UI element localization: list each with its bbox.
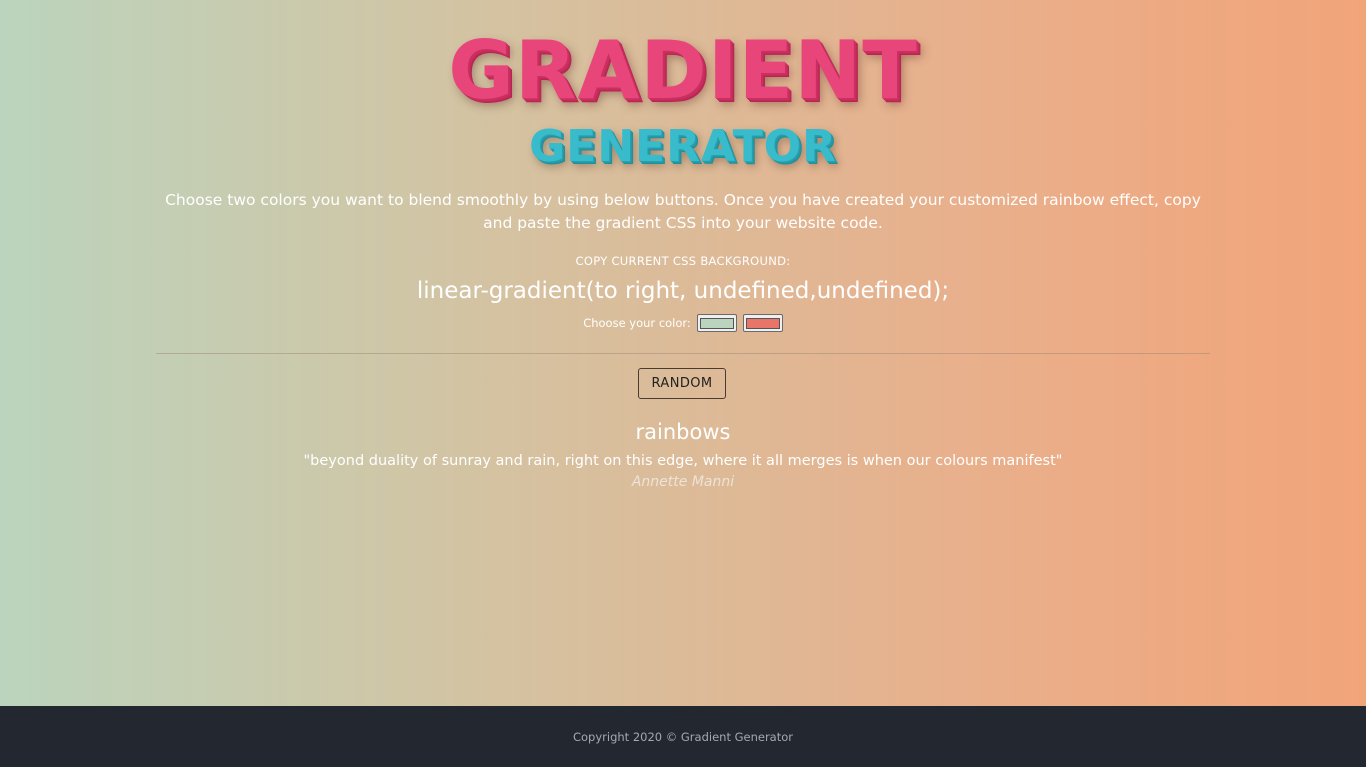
- footer: Copyright 2020 © Gradient Generator: [0, 706, 1366, 767]
- quote-text: "beyond duality of sunray and rain, righ…: [303, 453, 1063, 469]
- footer-copyright: Copyright 2020 © Gradient Generator: [572, 729, 794, 744]
- random-button[interactable]: RANDOM: [638, 368, 726, 399]
- color-swatch-2: [745, 317, 780, 329]
- color-picker-label: Choose your color:: [583, 316, 691, 330]
- quote-title: rainbows: [635, 420, 731, 444]
- gradient-background: GRADIENT GENERATOR Choose two colors you…: [0, 0, 1366, 706]
- divider: [156, 353, 1210, 354]
- page-title: GRADIENT: [448, 24, 918, 117]
- intro-text: Choose two colors you want to blend smoo…: [165, 191, 1201, 232]
- quote-author: Annette Manni: [631, 474, 735, 490]
- color-input-1[interactable]: [696, 314, 737, 332]
- color-picker-row: Choose your color:: [0, 314, 1366, 332]
- color-input-2[interactable]: [742, 314, 783, 332]
- page-subtitle: GENERATOR: [529, 121, 837, 172]
- copy-css-label: COPY CURRENT CSS BACKGROUND:: [575, 254, 791, 268]
- css-output[interactable]: linear-gradient(to right, undefined,unde…: [0, 276, 1366, 306]
- color-swatch-1: [699, 317, 734, 329]
